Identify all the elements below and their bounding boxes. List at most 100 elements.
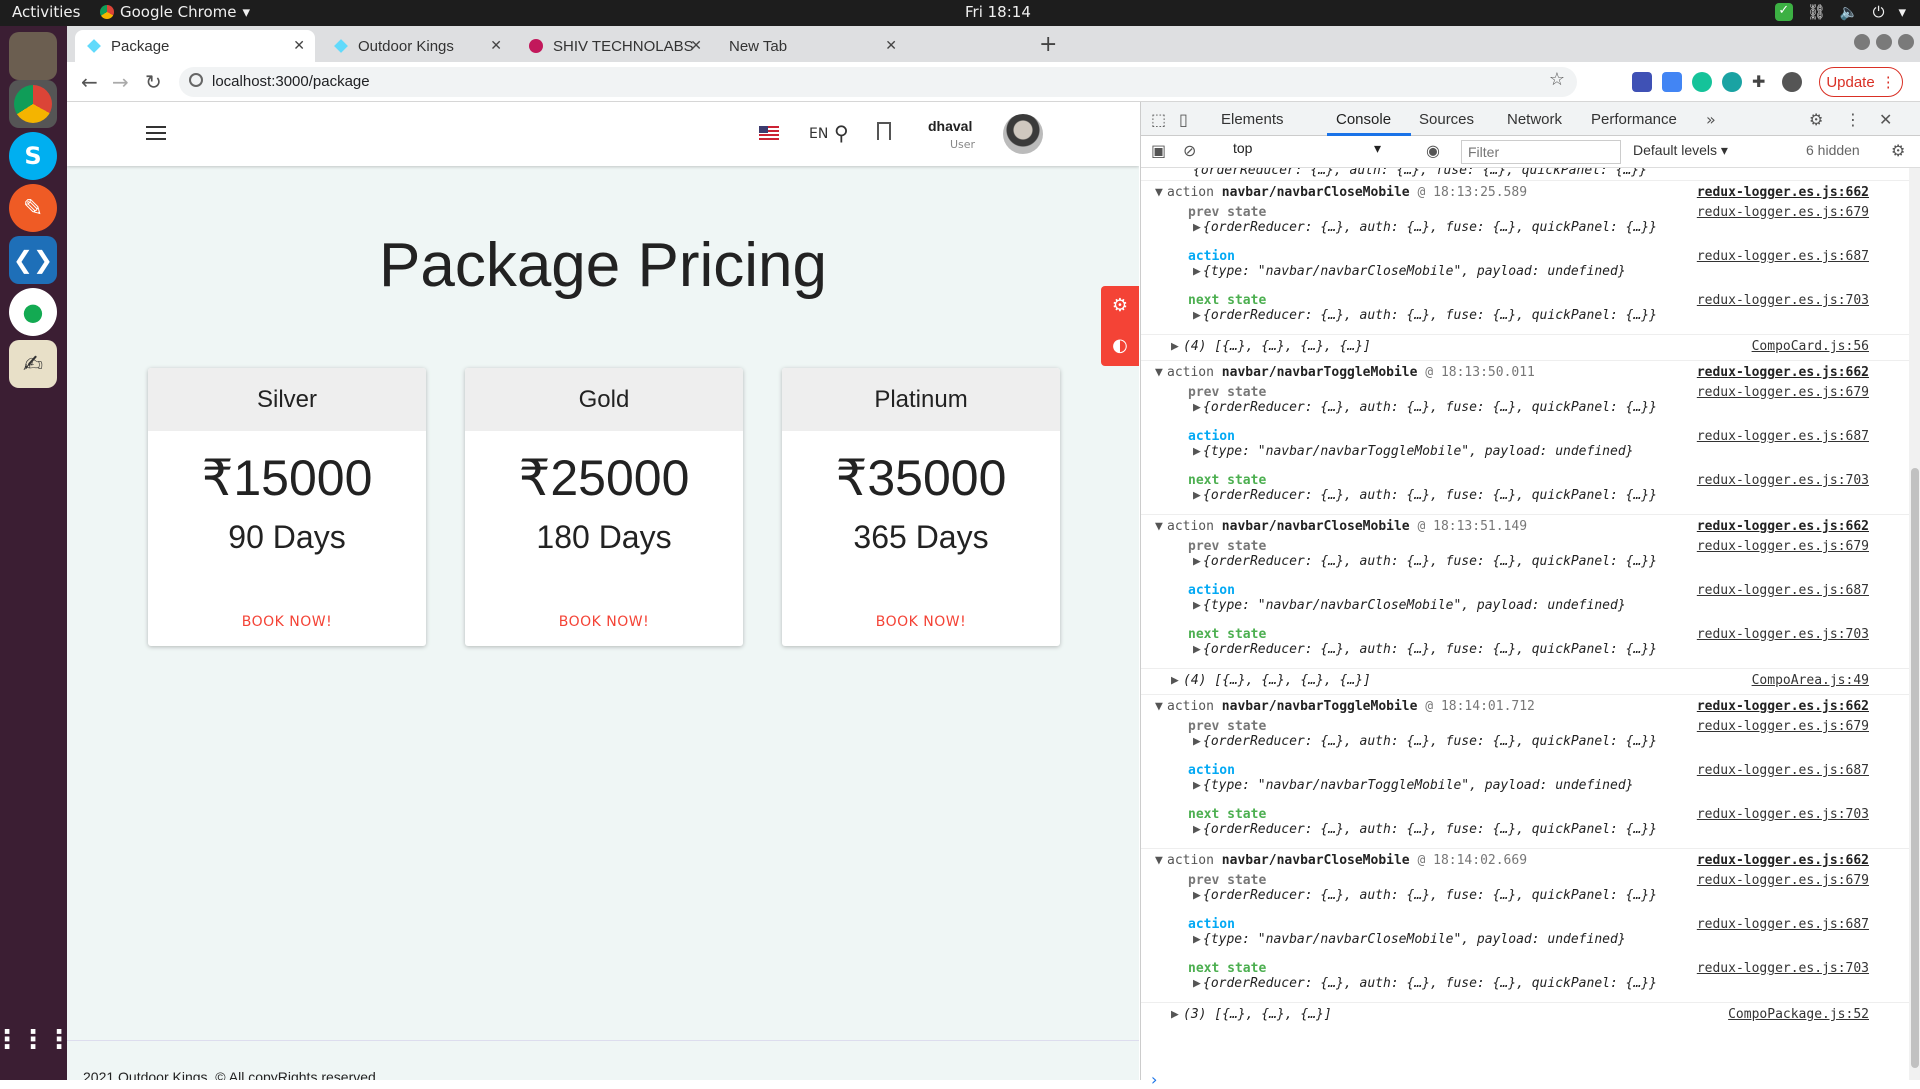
menu-icon[interactable] (146, 126, 166, 140)
source-link[interactable]: redux-logger.es.js:662 (1697, 700, 1869, 714)
collapse-triangle-icon[interactable]: ▼ (1155, 186, 1167, 200)
tab-shiv-technolabs[interactable]: SHIV TECHNOLABS ✕ (517, 30, 712, 62)
extension-icon-badge[interactable] (1632, 72, 1652, 92)
source-link[interactable]: redux-logger.es.js:687 (1697, 584, 1869, 598)
back-arrow-icon[interactable]: ← (81, 70, 98, 94)
minimize-button[interactable] (1854, 34, 1870, 50)
system-tray[interactable]: ✓ ⛓ 🔈 ⏻ ▾ (1774, 3, 1906, 21)
devtools-tab-console[interactable]: Console (1336, 111, 1391, 128)
console-array-entry[interactable]: ▶ (3) [{…}, {…}, {…}] CompoPackage.js:52 (1141, 1008, 1909, 1022)
address-bar[interactable]: localhost:3000/package ☆ (179, 67, 1577, 97)
new-tab-button[interactable]: + (1039, 32, 1057, 57)
devtools-tab-performance[interactable]: Performance (1591, 111, 1677, 128)
collapse-triangle-icon[interactable]: ▼ (1155, 366, 1167, 380)
translate-extension-icon[interactable] (1662, 72, 1682, 92)
forward-arrow-icon[interactable]: → (112, 70, 129, 94)
activities-button[interactable]: Activities (12, 3, 80, 21)
profile-icon[interactable] (1782, 72, 1802, 92)
close-icon[interactable]: ✕ (293, 37, 305, 54)
source-link[interactable]: CompoPackage.js:52 (1728, 1008, 1869, 1022)
source-link[interactable]: redux-logger.es.js:687 (1697, 430, 1869, 444)
expand-triangle-icon[interactable]: ▶ (1193, 977, 1203, 991)
filter-input[interactable] (1461, 140, 1621, 164)
grammarly-icon[interactable] (1692, 72, 1712, 92)
expand-triangle-icon[interactable]: ▶ (1193, 889, 1203, 903)
chrome-dock-icon[interactable] (9, 80, 57, 128)
collapse-triangle-icon[interactable]: ▼ (1155, 700, 1167, 714)
expand-triangle-icon[interactable]: ▶ (1193, 933, 1203, 947)
console-array-entry[interactable]: ▶ (4) [{…}, {…}, {…}, {…}] CompoCard.js:56 (1141, 340, 1909, 354)
user-name[interactable]: dhaval (928, 118, 972, 134)
source-link[interactable]: redux-logger.es.js:679 (1697, 386, 1869, 400)
expand-triangle-icon[interactable]: ▶ (1193, 309, 1203, 323)
source-link[interactable]: redux-logger.es.js:703 (1697, 962, 1869, 976)
expand-triangle-icon[interactable]: ▶ (1193, 445, 1203, 459)
bookmark-star-icon[interactable]: ☆ (1549, 69, 1565, 90)
devtools-tab-network[interactable]: Network (1507, 111, 1562, 128)
source-link[interactable]: redux-logger.es.js:679 (1697, 720, 1869, 734)
log-levels-dropdown[interactable]: Default levels ▾ (1633, 142, 1728, 159)
text-editor-icon[interactable]: ✍ (9, 340, 57, 388)
tab-outdoor-kings[interactable]: Outdoor Kings ✕ (322, 30, 512, 62)
redux-action-group[interactable]: ▼ action navbar/navbarCloseMobile @ 18:13… (1141, 520, 1909, 657)
tab-package[interactable]: Package ✕ (75, 30, 315, 62)
postman-icon[interactable]: ✎ (9, 184, 57, 232)
close-icon[interactable]: ✕ (490, 37, 502, 54)
device-toolbar-icon[interactable]: ▯ (1179, 110, 1188, 129)
redux-action-group[interactable]: ▼ action navbar/navbarCloseMobile @ 18:13… (1141, 186, 1909, 323)
source-link[interactable]: redux-logger.es.js:662 (1697, 186, 1869, 200)
n-extension-icon[interactable] (1722, 72, 1742, 92)
clear-console-icon[interactable]: ⊘ (1183, 141, 1196, 160)
source-link[interactable]: redux-logger.es.js:679 (1697, 540, 1869, 554)
bookmark-icon[interactable] (877, 122, 891, 140)
expand-triangle-icon[interactable]: ▶ (1171, 674, 1183, 688)
expand-triangle-icon[interactable]: ▶ (1193, 401, 1203, 415)
clock[interactable]: Fri 18:14 (965, 3, 1031, 21)
volume-icon[interactable]: 🔈 (1840, 3, 1859, 21)
skype-icon[interactable]: S (9, 132, 57, 180)
scrollbar[interactable] (1909, 168, 1920, 1080)
source-link[interactable]: redux-logger.es.js:703 (1697, 474, 1869, 488)
source-link[interactable]: CompoArea.js:49 (1752, 674, 1869, 688)
collapse-triangle-icon[interactable]: ▼ (1155, 854, 1167, 868)
source-link[interactable]: redux-logger.es.js:703 (1697, 294, 1869, 308)
more-tabs-icon[interactable]: » (1706, 110, 1716, 129)
book-now-button[interactable]: BOOK NOW! (465, 614, 743, 630)
info-icon[interactable] (189, 73, 203, 87)
source-link[interactable]: redux-logger.es.js:662 (1697, 854, 1869, 868)
collapse-triangle-icon[interactable]: ▼ (1155, 520, 1167, 534)
gear-icon[interactable]: ⚙ (1809, 110, 1823, 129)
vscode-icon[interactable]: ❮❯ (9, 236, 57, 284)
source-link[interactable]: redux-logger.es.js:687 (1697, 918, 1869, 932)
power-icon[interactable]: ⏻ (1873, 3, 1885, 21)
settings-icon[interactable]: ⚙ (1101, 286, 1139, 326)
close-icon[interactable]: ✕ (690, 37, 702, 54)
expand-triangle-icon[interactable]: ▶ (1193, 265, 1203, 279)
expand-triangle-icon[interactable]: ▶ (1193, 823, 1203, 837)
source-link[interactable]: redux-logger.es.js:679 (1697, 206, 1869, 220)
show-apps-icon[interactable]: ⋮⋮⋮ (0, 1016, 72, 1064)
network-icon[interactable]: ⛓ (1807, 3, 1826, 21)
book-now-button[interactable]: BOOK NOW! (782, 614, 1060, 630)
source-link[interactable]: redux-logger.es.js:703 (1697, 808, 1869, 822)
us-flag-icon[interactable] (759, 126, 779, 140)
avatar[interactable] (1003, 114, 1043, 154)
source-link[interactable]: redux-logger.es.js:662 (1697, 520, 1869, 534)
search-icon[interactable]: ⚲ (834, 121, 849, 145)
scrollbar-thumb[interactable] (1911, 468, 1919, 1068)
redux-action-group[interactable]: ▼ action navbar/navbarCloseMobile @ 18:14… (1141, 854, 1909, 991)
files-icon[interactable] (9, 32, 57, 80)
mongodb-compass-icon[interactable]: ● (9, 288, 57, 336)
expand-triangle-icon[interactable]: ▶ (1193, 555, 1203, 569)
expand-triangle-icon[interactable]: ▶ (1193, 643, 1203, 657)
chevron-down-icon[interactable]: ▾ (1898, 3, 1906, 21)
console-array-entry[interactable]: ▶ (4) [{…}, {…}, {…}, {…}] CompoArea.js:49 (1141, 674, 1909, 688)
check-icon[interactable]: ✓ (1774, 3, 1793, 21)
console-settings-icon[interactable]: ⚙ (1891, 141, 1905, 160)
puzzle-icon[interactable]: ✚ (1752, 72, 1772, 92)
update-button[interactable]: Update ⋮ (1819, 67, 1903, 97)
expand-triangle-icon[interactable]: ▶ (1171, 340, 1183, 354)
source-link[interactable]: redux-logger.es.js:679 (1697, 874, 1869, 888)
source-link[interactable]: redux-logger.es.js:687 (1697, 764, 1869, 778)
source-link[interactable]: redux-logger.es.js:703 (1697, 628, 1869, 642)
